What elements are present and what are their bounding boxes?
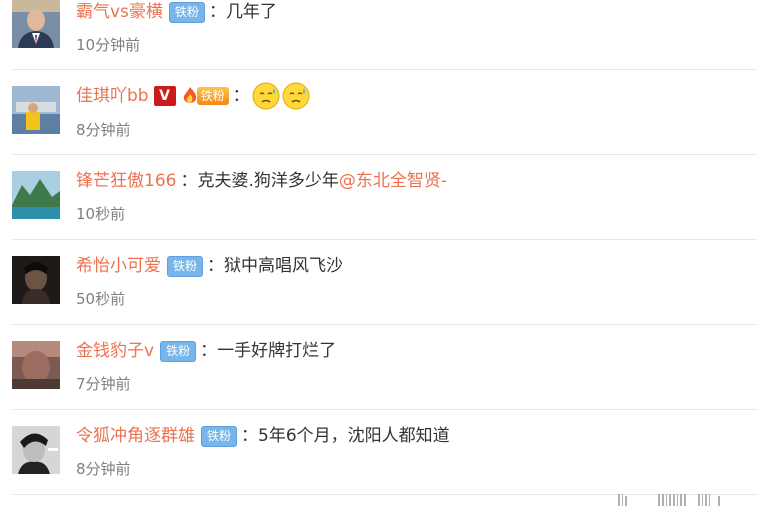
comment-line: 金钱豹子v 铁粉 ： 一手好牌打烂了 xyxy=(76,339,336,363)
comment-username[interactable]: 令狐冲角逐群雄 xyxy=(76,424,195,448)
fan-badge[interactable]: 铁粉 xyxy=(160,340,197,362)
comment-username[interactable]: 金钱豹子v xyxy=(76,339,154,363)
comment-time: 7分钟前 xyxy=(76,375,131,393)
mountain-lake-avatar[interactable] xyxy=(12,171,60,219)
comment-username[interactable]: 佳琪吖bb xyxy=(76,84,149,108)
comment-line: 锋芒狂傲166 ： 克夫婆.狗洋多少年 @东北全智贤- xyxy=(76,169,447,193)
sweat-face-icon xyxy=(252,82,280,110)
comment-colon: ： xyxy=(207,256,225,276)
comment-time: 8分钟前 xyxy=(76,121,131,139)
comment-item: 金钱豹子v 铁粉 ： 一手好牌打烂了 7分钟前 xyxy=(0,325,757,410)
comment-colon: ： xyxy=(241,426,259,446)
fan-badge[interactable]: 铁粉 xyxy=(167,255,204,277)
comment-time: 10秒前 xyxy=(76,205,126,223)
blurred-photo-avatar[interactable] xyxy=(12,341,60,389)
comment-list: 霸气vs豪横 铁粉 ： 几年了 10分钟前 佳琪吖bb V 铁粉 ： 8分钟前 … xyxy=(0,0,757,506)
fan-badge[interactable]: 铁粉 xyxy=(168,1,205,23)
sweat-face-icon xyxy=(282,82,310,110)
comment-text: 几年了 xyxy=(225,2,277,22)
boat-harbor-avatar[interactable] xyxy=(12,86,60,134)
comment-line: 佳琪吖bb V 铁粉 ： xyxy=(76,82,310,110)
man-in-suit-avatar[interactable] xyxy=(12,0,60,48)
comment-username[interactable]: 霸气vs豪横 xyxy=(76,0,163,24)
comment-colon: ： xyxy=(232,86,250,106)
dark-portrait-avatar[interactable] xyxy=(12,256,60,304)
fan-badge-label: 铁粉 xyxy=(196,87,229,105)
comment-time: 8分钟前 xyxy=(76,460,131,478)
comment-colon: ： xyxy=(208,2,226,22)
comment-item: 令狐冲角逐群雄 铁粉 ： 5年6个月，沈阳人都知道 8分钟前 xyxy=(0,410,757,495)
comment-username[interactable]: 锋芒狂傲166 xyxy=(76,169,176,193)
comment-text: 5年6个月，沈阳人都知道 xyxy=(258,426,450,446)
comment-item: 锋芒狂傲166 ： 克夫婆.狗洋多少年 @东北全智贤- 10秒前 xyxy=(0,155,757,240)
fire-icon xyxy=(183,87,196,103)
comment-time: 10分钟前 xyxy=(76,36,141,54)
comment-line: 希怡小可爱 铁粉 ： 狱中高唱风飞沙 xyxy=(76,254,343,278)
comment-text: 一手好牌打烂了 xyxy=(217,341,337,361)
vip-badge[interactable]: V xyxy=(153,86,176,106)
comment-item: 佳琪吖bb V 铁粉 ： 8分钟前 xyxy=(0,70,757,155)
comment-line: 霸气vs豪横 铁粉 ： 几年了 xyxy=(76,0,277,24)
black-white-portrait-avatar[interactable] xyxy=(12,426,60,474)
comment-line: 令狐冲角逐群雄 铁粉 ： 5年6个月，沈阳人都知道 xyxy=(76,424,450,448)
comment-colon: ： xyxy=(180,171,198,191)
comment-username[interactable]: 希怡小可爱 xyxy=(76,254,161,278)
comment-text: 狱中高唱风飞沙 xyxy=(224,256,344,276)
fan-badge[interactable]: 铁粉 xyxy=(201,425,238,447)
mention-link[interactable]: @东北全智贤- xyxy=(339,169,447,193)
comment-text: 克夫婆.狗洋多少年 xyxy=(197,171,339,191)
fan-badge-gold[interactable]: 铁粉 xyxy=(181,86,229,107)
watermark-graphic xyxy=(618,494,720,506)
comment-time: 50秒前 xyxy=(76,290,126,308)
comment-item: 希怡小可爱 铁粉 ： 狱中高唱风飞沙 50秒前 xyxy=(0,240,757,325)
comment-colon: ： xyxy=(200,341,218,361)
